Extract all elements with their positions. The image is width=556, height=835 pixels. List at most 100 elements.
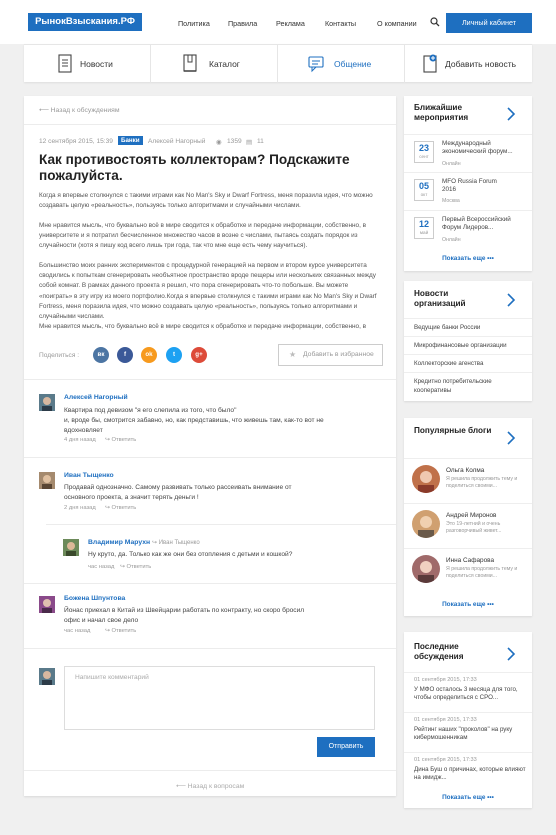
discussion-item[interactable]: 01 сентября 2015, 17:33 У МФО осталось 3… bbox=[404, 672, 532, 712]
discussion-item[interactable]: 01 сентября 2015, 17:33 Дина Буш о причи… bbox=[404, 752, 532, 790]
tab-novosti[interactable]: Новости bbox=[24, 45, 151, 83]
reply-button[interactable]: ↪ Ответить bbox=[105, 505, 136, 511]
discussion-item[interactable]: 01 сентября 2015, 17:33 Рейтинг наших "п… bbox=[404, 712, 532, 752]
nav-link-politika[interactable]: Политика bbox=[178, 19, 210, 28]
comment-author[interactable]: Алексей Нагорный bbox=[64, 394, 128, 401]
twitter-icon[interactable]: t bbox=[166, 347, 182, 363]
avatar bbox=[39, 472, 55, 489]
org-item[interactable]: Коллекторские агенства bbox=[404, 354, 532, 372]
vk-icon[interactable]: вк bbox=[93, 347, 109, 363]
personal-cabinet-button[interactable]: Личный кабинет bbox=[446, 13, 532, 33]
article-title: Как противостоять коллекторам? Подскажит… bbox=[39, 152, 350, 183]
blog-item[interactable]: Ольга Колма Я решила продолжить тему и п… bbox=[404, 458, 532, 503]
event-location: Онлайн bbox=[442, 161, 461, 167]
reply-button[interactable]: ↪ Ответить bbox=[105, 628, 136, 634]
show-more-events[interactable]: Показать еще ••• bbox=[404, 255, 532, 262]
avatar bbox=[63, 539, 79, 556]
show-more-blogs[interactable]: Показать еще ••• bbox=[404, 601, 532, 608]
document-icon bbox=[58, 54, 72, 73]
divider bbox=[24, 770, 396, 771]
add-to-favorites-button[interactable]: ★ Добавить в избранное bbox=[278, 344, 383, 366]
category-badge[interactable]: Банки bbox=[118, 136, 143, 145]
org-item[interactable]: Микрофинансовые организации bbox=[404, 336, 532, 354]
event-location: Онлайн bbox=[442, 237, 461, 243]
add-document-icon bbox=[423, 54, 437, 73]
avatar bbox=[39, 394, 55, 411]
reply-to-name: Иван Тыщенко bbox=[158, 540, 200, 546]
blog-author: Инна Сафарова bbox=[446, 557, 495, 564]
chevron-right-icon[interactable] bbox=[506, 647, 516, 661]
reply-label: Ответить bbox=[111, 437, 137, 443]
eye-icon: ◉ bbox=[216, 139, 222, 146]
search-icon[interactable] bbox=[430, 17, 440, 27]
article-paragraph: Мне нравится мысль, что буквально всё в … bbox=[39, 221, 367, 250]
blog-item[interactable]: Инна Сафарова Я решила продолжить тему и… bbox=[404, 548, 532, 593]
event-item[interactable]: 23 сент Международный экономический форум… bbox=[404, 134, 532, 172]
show-more-label: Показать еще bbox=[442, 601, 486, 608]
blog-item[interactable]: Андрей Миронов Это 19-летний и очень раз… bbox=[404, 503, 532, 548]
discussion-text: Дина Буш о причинах, которые влияют на и… bbox=[414, 766, 526, 782]
reply-button[interactable]: ↪ Ответить bbox=[120, 564, 151, 570]
odnoklassniki-icon[interactable]: ok bbox=[141, 347, 157, 363]
chat-icon bbox=[308, 56, 324, 73]
event-day: 23 bbox=[418, 143, 429, 153]
event-title: Первый Всероссийский Форум Лидеров... bbox=[442, 216, 511, 231]
back-to-discussions-link[interactable]: ⟵ Назад к обсуждениям bbox=[39, 106, 120, 114]
comment-author[interactable]: Божена Шпунтова bbox=[64, 595, 125, 602]
nav-link-pravila[interactable]: Правила bbox=[228, 19, 257, 28]
event-item[interactable]: 12 май Первый Всероссийский Форум Лидеров… bbox=[404, 210, 532, 248]
org-item[interactable]: Кредитно потребительские кооперативы bbox=[404, 372, 532, 401]
discussions-card: Последние обсуждения 01 сентября 2015, 1… bbox=[404, 632, 532, 808]
blog-desc: Я решила продолжить тему и поделиться св… bbox=[446, 476, 518, 489]
google-plus-icon[interactable]: g+ bbox=[191, 347, 207, 363]
show-more-discussions[interactable]: Показать еще ••• bbox=[404, 794, 532, 801]
blog-author: Ольга Колма bbox=[446, 467, 485, 474]
event-month: май bbox=[419, 230, 429, 235]
chevron-right-icon[interactable] bbox=[506, 293, 516, 307]
blog-desc: Я решила продолжить тему и поделиться св… bbox=[446, 566, 518, 579]
back-to-questions-link[interactable]: ⟵ Назад к вопросам bbox=[176, 782, 244, 790]
org-item[interactable]: Ведущие банки России bbox=[404, 318, 532, 336]
comment-author[interactable]: Владимир Марухн bbox=[88, 539, 150, 546]
reply-label: Ответить bbox=[111, 628, 137, 634]
favorites-label: Добавить в избранное bbox=[303, 351, 374, 358]
reply-button[interactable]: ↪ Ответить bbox=[105, 437, 136, 443]
facebook-icon[interactable]: f bbox=[117, 347, 133, 363]
blog-desc: Это 19-летний и очень разговорчивый живе… bbox=[446, 521, 502, 534]
arrow-left-icon: ⟵ bbox=[39, 107, 49, 114]
comment-time: 2 дня назад bbox=[64, 505, 96, 511]
chevron-right-icon[interactable] bbox=[506, 107, 516, 121]
event-item[interactable]: 05 окт MFO Russia Forum 2016 Москва bbox=[404, 172, 532, 210]
discussion-date: 01 сентября 2015, 17:33 bbox=[414, 677, 477, 683]
section-tabs: Новости Каталог Общение Добавить новость bbox=[24, 44, 532, 83]
tab-obshchenie[interactable]: Общение bbox=[278, 45, 405, 83]
tab-add-news[interactable]: Добавить новость bbox=[405, 45, 532, 83]
nav-link-o-kompanii[interactable]: О компании bbox=[377, 19, 417, 28]
current-user-avatar bbox=[39, 668, 55, 685]
blogs-title: Популярные блоги bbox=[414, 426, 492, 435]
comment-time: час назад bbox=[64, 628, 91, 634]
comment-author[interactable]: Иван Тыщенко bbox=[64, 472, 114, 479]
comment-input[interactable]: Напишите комментарий bbox=[64, 666, 375, 730]
top-bar: РынокВзыскания.РФ Политика Правила Рекла… bbox=[0, 0, 556, 44]
article-author[interactable]: Алексей Нагорный bbox=[148, 138, 205, 145]
tab-katalog[interactable]: Каталог bbox=[151, 45, 278, 83]
tab-label: Общение bbox=[334, 59, 372, 69]
event-title: Международный экономический форум... bbox=[442, 140, 513, 155]
divider bbox=[24, 648, 396, 649]
nav-link-kontakty[interactable]: Контакты bbox=[325, 19, 356, 28]
discussion-text: У МФО осталось 3 месяца для того, чтобы … bbox=[414, 686, 518, 702]
event-date-box: 05 окт bbox=[414, 179, 434, 201]
avatar bbox=[412, 510, 440, 538]
nav-link-reklama[interactable]: Реклама bbox=[276, 19, 305, 28]
site-logo[interactable]: РынокВзыскания.РФ bbox=[28, 13, 142, 31]
event-date-box: 12 май bbox=[414, 217, 434, 239]
chevron-right-icon[interactable] bbox=[506, 431, 516, 445]
send-button[interactable]: Отправить bbox=[317, 737, 375, 757]
org-item-label: Микрофинансовые организации bbox=[414, 342, 507, 349]
org-item-label: Кредитно потребительские кооперативы bbox=[414, 378, 492, 394]
comment-time: час назад bbox=[88, 564, 115, 570]
article-paragraph: Когда я впервые столкнулся с такими игра… bbox=[39, 192, 373, 210]
comment-icon: ▤ bbox=[246, 139, 253, 146]
article-date: 12 сентября 2015, 15:39 bbox=[39, 138, 113, 145]
